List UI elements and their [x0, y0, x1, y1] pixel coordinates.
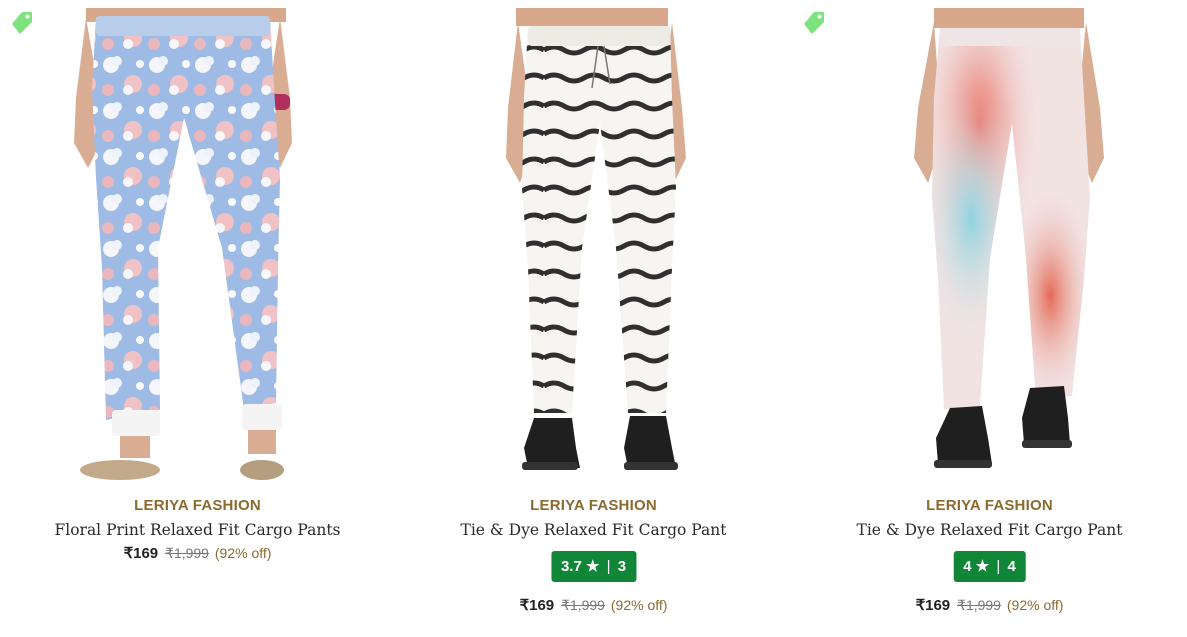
sale-price: ₹169 [519, 597, 555, 614]
rating-score: 4 [963, 558, 972, 575]
star-icon: ★ [975, 558, 990, 575]
brand-name[interactable]: LERIYA FASHION [792, 497, 1187, 514]
rating-badge[interactable]: 3.7 ★ | 3 [550, 551, 637, 582]
price-tag-icon[interactable] [800, 8, 828, 36]
product-card[interactable]: LERIYA FASHION Floral Print Relaxed Fit … [0, 0, 395, 637]
original-price: ₹1,999 [561, 597, 605, 613]
original-price: ₹1,999 [957, 597, 1001, 613]
sale-price: ₹169 [915, 597, 951, 614]
product-grid: LERIYA FASHION Floral Print Relaxed Fit … [0, 0, 1187, 637]
price-row: ₹169 ₹1,999 (92% off) [396, 596, 791, 614]
rating-count: 4 [1007, 558, 1016, 575]
product-title[interactable]: Tie & Dye Relaxed Fit Cargo Pant [792, 521, 1187, 539]
rating-separator: | [996, 558, 1001, 575]
star-icon: ★ [585, 558, 600, 575]
product-image[interactable] [404, 8, 782, 484]
price-row: ₹169 ₹1,999 (92% off) [792, 596, 1187, 614]
product-title[interactable]: Floral Print Relaxed Fit Cargo Pants [0, 521, 395, 539]
price-row: ₹169 ₹1,999 (92% off) [0, 544, 395, 562]
original-price: ₹1,999 [165, 545, 209, 561]
product-title[interactable]: Tie & Dye Relaxed Fit Cargo Pant [396, 521, 791, 539]
price-tag-icon[interactable] [8, 8, 36, 36]
product-image[interactable] [800, 8, 1178, 484]
discount-label: (92% off) [214, 545, 272, 561]
discount-label: (92% off) [1006, 597, 1064, 613]
product-card[interactable]: LERIYA FASHION Tie & Dye Relaxed Fit Car… [792, 0, 1187, 637]
brand-name[interactable]: LERIYA FASHION [0, 497, 395, 514]
rating-separator: | [606, 558, 611, 575]
rating-count: 3 [617, 558, 627, 575]
rating-badge[interactable]: 4 ★ | 4 [953, 551, 1026, 582]
brand-name[interactable]: LERIYA FASHION [396, 497, 791, 514]
product-image[interactable] [8, 8, 386, 484]
product-card[interactable]: LERIYA FASHION Tie & Dye Relaxed Fit Car… [396, 0, 791, 637]
sale-price: ₹169 [123, 545, 159, 562]
discount-label: (92% off) [610, 597, 668, 613]
rating-score: 3.7 [560, 558, 582, 575]
